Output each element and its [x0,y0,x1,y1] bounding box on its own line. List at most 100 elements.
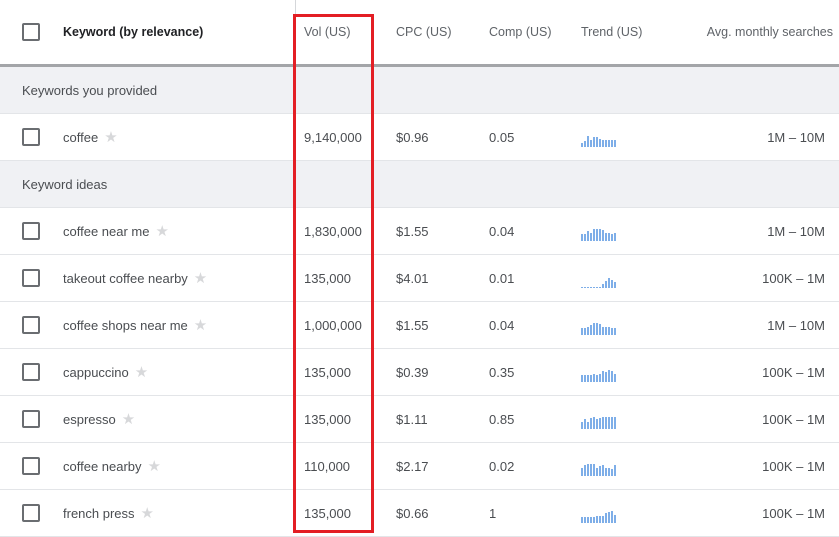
avg-monthly-searches-cell: 100K – 1M [762,458,825,474]
trend-cell [581,114,616,160]
star-icon[interactable]: ★ [104,130,117,145]
select-all-checkbox[interactable] [22,23,40,41]
keyword-cell: espresso ★ [63,396,135,442]
table-row[interactable]: cappuccino ★ 135,000 $0.39 0.35 100K – 1M [0,349,839,396]
row-checkbox[interactable] [22,410,40,428]
trend-bar [599,139,601,147]
table-row[interactable]: coffee nearby ★ 110,000 $2.17 0.02 100K – 1M [0,443,839,490]
trend-bar [614,282,616,288]
row-checkbox[interactable] [22,269,40,287]
trend-bar [608,468,610,476]
trend-bar [608,370,610,382]
keyword-cell: cappuccino ★ [63,349,148,395]
cpc-cell: $4.01 [396,270,429,286]
cpc-cell: $1.55 [396,223,429,239]
comp-cell: 0.85 [489,411,515,427]
trend-bar [590,517,592,523]
column-header-cpc[interactable]: CPC (US) [396,0,452,64]
trend-cell [581,443,616,489]
table-row[interactable]: takeout coffee nearby ★ 135,000 $4.01 0.01 10… [0,255,839,302]
trend-bar [608,233,610,241]
trend-sparkline [581,133,616,147]
row-checkbox[interactable] [22,316,40,334]
trend-bar [590,325,592,335]
comp-cell: 0.04 [489,223,515,239]
trend-cell [581,302,616,348]
trend-bar [581,287,583,288]
trend-bar [590,375,592,382]
keyword-cell: coffee nearby ★ [63,443,161,489]
row-select-cell [22,349,42,395]
avg-monthly-searches-cell: 1M – 10M [767,223,825,239]
column-header-comp[interactable]: Comp (US) [489,0,552,64]
comp-cell: 0.04 [489,317,515,333]
row-checkbox[interactable] [22,222,40,240]
trend-bar [593,374,595,382]
trend-bar [611,511,613,523]
cpc-cell: $1.55 [396,317,429,333]
trend-bar [605,468,607,476]
trend-bar [602,465,604,476]
trend-bar [584,465,586,476]
table-body: Keywords you provided coffee ★ 9,140,000 $0.… [0,67,839,537]
row-select-cell [22,443,42,489]
row-checkbox[interactable] [22,128,40,146]
keyword-cell: coffee shops near me ★ [63,302,207,348]
star-icon[interactable]: ★ [122,412,135,427]
table-row[interactable]: coffee near me ★ 1,830,000 $1.55 0.04 1M – 10… [0,208,839,255]
star-icon[interactable]: ★ [135,365,148,380]
cpc-cell: $0.66 [396,505,429,521]
trend-cell [581,255,616,301]
star-icon[interactable]: ★ [141,506,154,521]
row-checkbox[interactable] [22,504,40,522]
trend-bar [599,466,601,476]
row-checkbox[interactable] [22,457,40,475]
table-row[interactable]: espresso ★ 135,000 $1.11 0.85 100K – 1M [0,396,839,443]
trend-sparkline [581,509,616,523]
column-header-avg-monthly-searches[interactable]: Avg. monthly searches [707,0,833,64]
table-row[interactable]: coffee ★ 9,140,000 $0.96 0.05 1M – 10M [0,114,839,161]
star-icon[interactable]: ★ [194,271,207,286]
trend-bar [602,230,604,241]
trend-bar [587,375,589,382]
trend-bar [587,517,589,523]
column-header-vol[interactable]: Vol (US) [304,0,351,64]
keyword-cell: takeout coffee nearby ★ [63,255,207,301]
trend-bar [602,516,604,523]
row-select-cell [22,302,42,348]
row-checkbox[interactable] [22,363,40,381]
avg-monthly-searches-cell: 100K – 1M [762,364,825,380]
trend-bar [608,140,610,147]
trend-bar [599,324,601,335]
cpc-cell: $0.96 [396,129,429,145]
trend-bar [596,137,598,147]
trend-cell [581,349,616,395]
column-header-trend[interactable]: Trend (US) [581,0,642,64]
trend-bar [590,464,592,476]
trend-sparkline [581,368,616,382]
column-header-keyword[interactable]: Keyword (by relevance) [63,0,203,64]
trend-bar [581,328,583,335]
trend-bar [605,140,607,147]
row-select-cell [22,114,42,160]
trend-bar [593,517,595,523]
trend-bar [587,422,589,429]
star-icon[interactable]: ★ [155,224,168,239]
trend-bar [608,417,610,429]
trend-bar [605,233,607,241]
trend-bar [587,327,589,335]
trend-sparkline [581,415,616,429]
trend-bar [596,375,598,382]
row-select-cell [22,255,42,301]
table-row[interactable]: french press ★ 135,000 $0.66 1 100K – 1M [0,490,839,537]
star-icon[interactable]: ★ [194,318,207,333]
table-row[interactable]: coffee shops near me ★ 1,000,000 $1.55 0.04 1… [0,302,839,349]
trend-bar [587,231,589,241]
star-icon[interactable]: ★ [148,459,161,474]
cpc-cell: $2.17 [396,458,429,474]
keyword-text: espresso [63,411,116,427]
keyword-text: coffee [63,129,99,145]
trend-bar [581,143,583,147]
keyword-text: coffee shops near me [63,317,188,333]
trend-bar [584,419,586,429]
